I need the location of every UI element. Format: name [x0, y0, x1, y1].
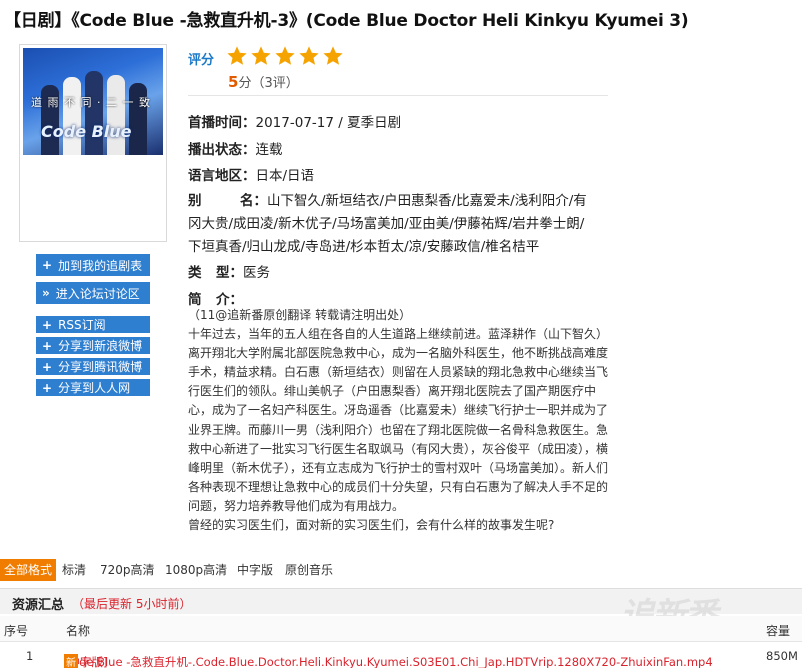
intro-heading-row: 简介： — [188, 288, 243, 308]
table-header: 序号 名称 容量 — [0, 616, 802, 642]
status-value: 连载 — [255, 142, 283, 158]
resources-update: （最后更新 5小时前） — [72, 597, 192, 611]
star-icon[interactable] — [322, 45, 344, 67]
plus-icon: + — [42, 338, 53, 353]
row-index: 1 — [26, 649, 34, 663]
share-tencent-label: 分享到腾讯微博 — [58, 360, 143, 374]
synopsis-closing: 曾经的实习医生们，面对新的实习医生们，会有什么样的故事发生呢? — [188, 518, 555, 533]
share-sina-label: 分享到新浪微博 — [58, 339, 143, 353]
share-tencent-button[interactable]: + 分享到腾讯微博 — [36, 358, 150, 375]
alias-line-2: 冈大贵/成田凌/新木优子/马场富美加/亚由美/伊藤祐辉/岩井拳士朗/ — [188, 216, 585, 232]
synopsis: （11@追新番原创翻译 转载请注明出处） 十年过去，当年的五人组在各自的人生道路… — [188, 306, 613, 535]
rating-score: 5分（3评） — [228, 72, 299, 91]
resources-title: 资源汇总 — [12, 598, 65, 613]
file-link[interactable]: Code Blue -急救直升机-.Code.Blue.Doctor.Heli.… — [64, 654, 713, 668]
plus-icon: + — [42, 317, 53, 332]
genre-label: 类型： — [188, 265, 243, 281]
poster-logo: Code Blue — [41, 122, 132, 141]
status-label: 播出状态： — [188, 142, 256, 158]
tab-720p[interactable]: 720p高清 — [96, 559, 159, 581]
col-name: 名称 — [66, 624, 91, 638]
double-chevron-icon: » — [42, 286, 50, 300]
tab-original-music[interactable]: 原创音乐 — [281, 559, 337, 581]
star-icon[interactable] — [298, 45, 320, 67]
title-bar: 【日剧】《Code Blue -急救直升机-3》(Code Blue Docto… — [0, 0, 802, 34]
premiere-row: 首播时间：2017-07-17 / 夏季日剧 — [188, 111, 401, 131]
star-icon[interactable] — [250, 45, 272, 67]
score-unit: 分 — [238, 76, 252, 91]
rating-label: 评分 — [188, 53, 215, 68]
forum-label: 进入论坛讨论区 — [55, 286, 140, 301]
genre-row: 类型：医务 — [188, 261, 270, 281]
region-value: 日本/日语 — [255, 168, 315, 184]
add-to-list-label: 加到我的追剧表 — [58, 258, 143, 273]
tab-sd[interactable]: 标清 — [58, 559, 90, 581]
tab-chinese-sub[interactable]: 中字版 — [233, 559, 277, 581]
add-to-list-button[interactable]: + 加到我的追剧表 — [36, 254, 150, 276]
col-size: 容量 — [766, 624, 791, 638]
row-size: 850M — [766, 649, 798, 663]
tab-all-formats[interactable]: 全部格式 — [0, 559, 57, 581]
plus-icon: + — [42, 380, 53, 395]
region-row: 语言地区：日本/日语 — [188, 164, 314, 184]
status-row: 播出状态：连载 — [188, 138, 283, 158]
rss-button[interactable]: + RSS订阅 — [36, 316, 150, 333]
new-badge: 新 — [64, 654, 78, 668]
region-label: 语言地区： — [188, 168, 256, 184]
poster: 道 雨 不 同 · 二 一 致 Code Blue — [19, 44, 167, 242]
divider — [188, 95, 608, 96]
poster-banner-text: 道 雨 不 同 · 二 一 致 — [31, 96, 151, 109]
premiere-label: 首播时间： — [188, 115, 256, 131]
star-icon[interactable] — [226, 45, 248, 67]
genre-value: 医务 — [243, 265, 270, 281]
share-renren-label: 分享到人人网 — [58, 381, 131, 395]
tab-1080p[interactable]: 1080p高清 — [161, 559, 231, 581]
forum-button[interactable]: » 进入论坛讨论区 — [36, 282, 150, 304]
rss-label: RSS订阅 — [58, 318, 106, 332]
rating-stars[interactable] — [226, 45, 344, 67]
synopsis-body: 十年过去，当年的五人组在各自的人生道路上继续前进。蓝泽耕作（山下智久）离开翔北大… — [188, 327, 609, 513]
score-number: 5 — [228, 73, 239, 91]
plus-icon: + — [42, 359, 53, 374]
synopsis-note: （11@追新番原创翻译 转载请注明出处） — [188, 308, 412, 322]
share-sina-button[interactable]: + 分享到新浪微博 — [36, 337, 150, 354]
premiere-value: 2017-07-17 / 夏季日剧 — [255, 115, 402, 131]
poster-image: 道 雨 不 同 · 二 一 致 Code Blue — [23, 48, 163, 155]
format-tabs: 全部格式 标清 720p高清 1080p高清 中字版 原创音乐 — [0, 559, 802, 581]
alias-label: 别名： — [188, 193, 267, 209]
table-row: 1 Code Blue -急救直升机-.Code.Blue.Doctor.Hel… — [0, 644, 802, 668]
alias-line-3: 下垣真香/归山龙成/寺岛进/杉本哲太/凉/安藤政信/椎名桔平 — [188, 239, 540, 255]
plus-icon: + — [42, 258, 53, 272]
col-index: 序号 — [4, 624, 29, 638]
alias-line-1: 山下智久/新垣结衣/户田惠梨香/比嘉爱未/浅利阳介/有 — [267, 193, 587, 209]
page-title: 【日剧】《Code Blue -急救直升机-3》(Code Blue Docto… — [4, 11, 689, 31]
alias-block: 别名：山下智久/新垣结衣/户田惠梨香/比嘉爱未/浅利阳介/有 冈大贵/成田凌/新… — [188, 190, 618, 259]
share-renren-button[interactable]: + 分享到人人网 — [36, 379, 150, 396]
rating-count: （3评） — [251, 76, 299, 91]
star-icon[interactable] — [274, 45, 296, 67]
